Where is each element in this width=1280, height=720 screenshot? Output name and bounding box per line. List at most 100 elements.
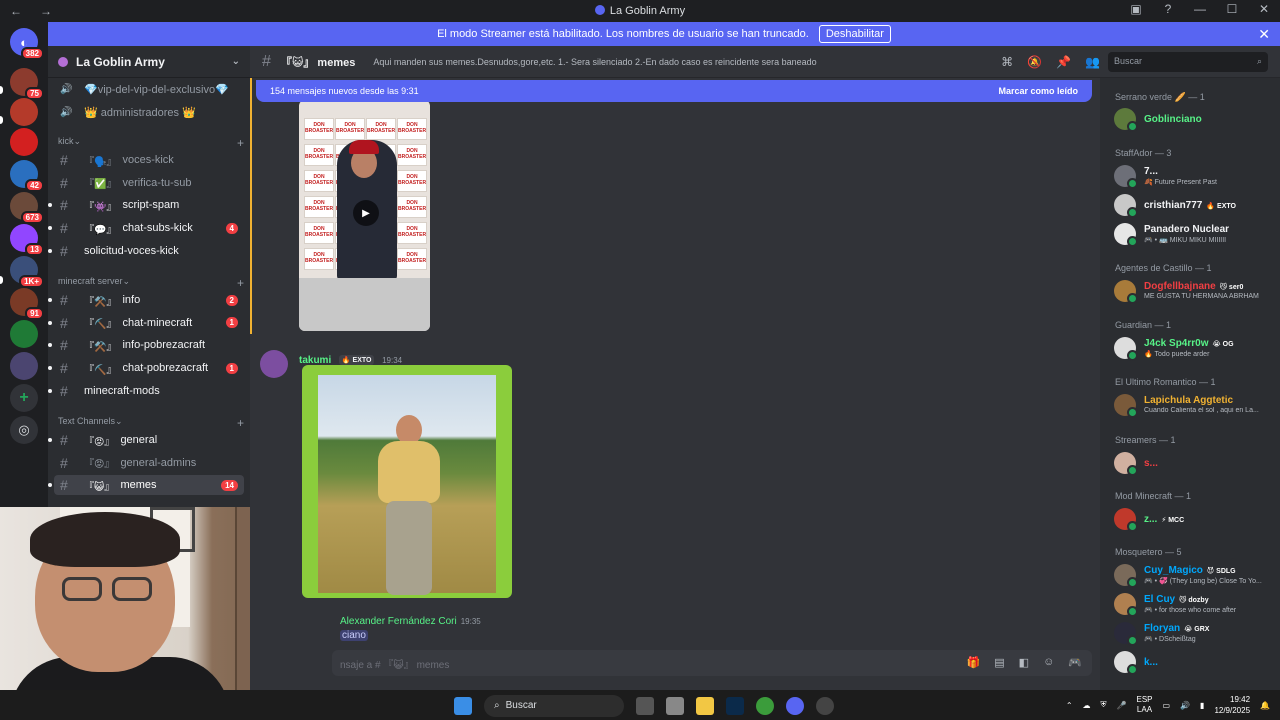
battery-icon[interactable]: ▮ <box>1200 701 1204 710</box>
channel-vip-del-vip-del-exclusivo[interactable]: 🔊 💎vip-del-vip-del-exclusivo💎 <box>54 79 244 99</box>
mic-icon[interactable]: 🎤 <box>1117 701 1127 710</box>
channel-category[interactable]: minecraft server ⌄ + <box>58 276 244 290</box>
back-arrow-icon[interactable]: ← <box>10 4 22 18</box>
member-item[interactable]: z... ⚡ MCC <box>1114 506 1274 534</box>
channel-general[interactable]: # 『😡』 general <box>54 430 244 450</box>
chevron-up-icon[interactable]: ⌃ <box>1066 701 1073 710</box>
member-item[interactable]: El Cuy 😼 dozby 🎮 • for those who come afte… <box>1114 591 1274 619</box>
chrome-icon[interactable] <box>756 697 774 715</box>
language-indicator[interactable]: ESP LAA <box>1136 695 1152 715</box>
add-server-icon[interactable]: + <box>10 384 38 412</box>
taskbar-search[interactable]: ⌕ Buscar <box>484 695 624 717</box>
server-icon[interactable]: 13 <box>10 224 44 256</box>
discord-icon[interactable] <box>786 697 804 715</box>
channel-verifica-tu-sub[interactable]: # 『✅』 verifica-tu-sub <box>54 173 244 193</box>
channel-solicitud-voces-kick[interactable]: # solicitud-voces-kick <box>54 241 244 261</box>
photoshop-icon[interactable] <box>726 697 744 715</box>
defender-icon[interactable]: ⛨ <box>1101 700 1107 710</box>
explore-icon[interactable]: ◎ <box>10 416 38 444</box>
forward-arrow-icon[interactable]: → <box>40 4 52 18</box>
member-item[interactable]: 7... 🍂 Future Present Past <box>1114 163 1274 191</box>
app-icon[interactable] <box>666 697 684 715</box>
inbox-icon[interactable]: ▣ <box>1128 2 1144 16</box>
channel-script-spam[interactable]: # 『👾』 script-spam <box>54 195 244 215</box>
gif-icon[interactable]: ▤ <box>994 656 1004 669</box>
windows-start-icon[interactable] <box>454 697 472 715</box>
pin-icon[interactable]: 📌 <box>1056 55 1071 69</box>
member-item[interactable]: Cuy_Magico 😈 SDLG 🎮 • 💞 (They Long be) Clo… <box>1114 562 1274 590</box>
sticker-icon[interactable]: ◧ <box>1019 656 1029 669</box>
member-item[interactable]: Lapichula Aggtetic Cuando Calienta el sol… <box>1114 392 1274 420</box>
obs-icon[interactable] <box>816 697 834 715</box>
folder-icon[interactable] <box>696 697 714 715</box>
minimize-icon[interactable]: — <box>1192 2 1208 16</box>
close-banner-icon[interactable]: ✕ <box>1258 26 1270 43</box>
channel-voces-kick[interactable]: # 『🗣️』 voces-kick <box>54 150 244 170</box>
channel-chat-subs-kick[interactable]: # 『💬』 chat-subs-kick 4 <box>54 218 244 238</box>
apps-icon[interactable]: 🎮 <box>1068 656 1082 669</box>
server-icon[interactable] <box>10 320 38 348</box>
server-icon[interactable]: 673 <box>10 192 44 224</box>
play-icon[interactable]: ▶ <box>353 200 379 226</box>
task-view-icon[interactable] <box>636 697 654 715</box>
channel-memes[interactable]: # 『😺』 memes 14 <box>54 475 244 496</box>
member-name-row: s... <box>1144 458 1158 469</box>
mention[interactable]: ciano <box>340 630 368 641</box>
server-badge: 382 <box>20 47 44 60</box>
member-item[interactable]: J4ck Sp4rr0w 😭 OG 🔥 Todo puede arder <box>1114 335 1274 363</box>
channel-info-pobrezacraft[interactable]: # 『⚒️』 info-pobrezacraft <box>54 335 244 355</box>
member-item[interactable]: Dogfellbajnane 😼 ser0 ME GUSTA TU HERMANA … <box>1114 278 1274 306</box>
search-input[interactable]: Buscar ⌕ <box>1108 52 1268 72</box>
add-channel-icon[interactable]: + <box>237 416 244 430</box>
volume-icon[interactable]: 🔊 <box>1180 701 1190 710</box>
member-item[interactable]: cristhian777 🔥 EXTO <box>1114 192 1274 220</box>
video-attachment[interactable]: DON BROASTER DON BROASTER DON BROASTER DON … <box>299 100 430 331</box>
notifications-icon[interactable]: 🔔 <box>1260 701 1270 710</box>
add-channel-icon[interactable]: + <box>237 136 244 150</box>
member-item[interactable]: Panadero Nuclear 🎮 • 🚌 MIKU MIKU MIIIIII <box>1114 221 1274 249</box>
channel-minecraft-mods[interactable]: # minecraft-mods <box>54 381 244 401</box>
channel-chat-pobrezacraft[interactable]: # 『⛏️』 chat-pobrezacraft 1 <box>54 358 244 378</box>
server-icon[interactable]: 75 <box>10 68 44 100</box>
emoji-icon[interactable]: ☺ <box>1043 656 1054 669</box>
disable-streamer-button[interactable]: Deshabilitar <box>818 25 891 43</box>
cloud-icon[interactable]: ☁ <box>1083 701 1091 710</box>
channel-info[interactable]: # 『⚒️』 info 2 <box>54 290 244 310</box>
member-item[interactable]: Floryan 😭 GRX 🎮 • DScheißtag <box>1114 620 1274 648</box>
channel-chat-minecraft[interactable]: # 『⛏️』 chat-minecraft 1 <box>54 313 244 333</box>
channel-general-admins[interactable]: # 『😡』 general-admins <box>54 453 244 473</box>
help-icon[interactable]: ? <box>1160 2 1176 16</box>
channel-topic[interactable]: Aqui manden sus memes.Desnudos,gore,etc.… <box>373 57 816 67</box>
gift-icon[interactable]: 🎁 <box>967 656 981 669</box>
reply-author[interactable]: Alexander Fernández Cori <box>340 616 457 627</box>
member-item[interactable]: k... <box>1114 649 1274 677</box>
image-attachment[interactable] <box>302 365 512 598</box>
search-icon: ⌕ <box>1256 56 1262 66</box>
discord-logo[interactable]: ◐ 382 <box>10 28 44 60</box>
mark-as-read-button[interactable]: Marcar como leído <box>998 86 1078 96</box>
add-channel-icon[interactable]: + <box>237 276 244 290</box>
channel-category[interactable]: kick ⌄ + <box>58 136 244 150</box>
server-icon[interactable] <box>10 352 38 380</box>
avatar[interactable] <box>260 350 288 378</box>
message-input[interactable]: nsaje a # 『😺』 memes 🎁 ▤ ◧ ☺ 🎮 <box>332 650 1092 676</box>
members-icon[interactable]: 👥 <box>1085 55 1100 69</box>
server-icon[interactable] <box>10 98 38 126</box>
mute-bell-icon[interactable]: 🔕 <box>1027 55 1042 69</box>
channel-administradores[interactable]: 🔊 👑 administradores 👑 <box>54 102 244 122</box>
server-icon[interactable]: 42 <box>10 160 44 192</box>
member-tag: 😼 ser0 <box>1219 284 1244 291</box>
network-icon[interactable]: ▭ <box>1163 701 1171 710</box>
close-icon[interactable]: ✕ <box>1256 2 1272 16</box>
server-icon[interactable] <box>10 128 38 156</box>
member-name: Panadero Nuclear <box>1144 224 1230 235</box>
threads-icon[interactable]: ⌘ <box>1001 55 1013 69</box>
server-icon[interactable]: 91 <box>10 288 44 320</box>
maximize-icon[interactable]: ☐ <box>1224 2 1240 16</box>
clock[interactable]: 19:42 12/9/2025 <box>1214 694 1250 716</box>
member-item[interactable]: Goblinciano <box>1114 106 1274 134</box>
channel-category[interactable]: Text Channels ⌄ + <box>58 416 244 430</box>
server-icon[interactable]: 1K+ <box>10 256 44 288</box>
guild-header[interactable]: La Goblin Army ⌄ <box>48 46 250 78</box>
member-item[interactable]: s... <box>1114 450 1274 478</box>
